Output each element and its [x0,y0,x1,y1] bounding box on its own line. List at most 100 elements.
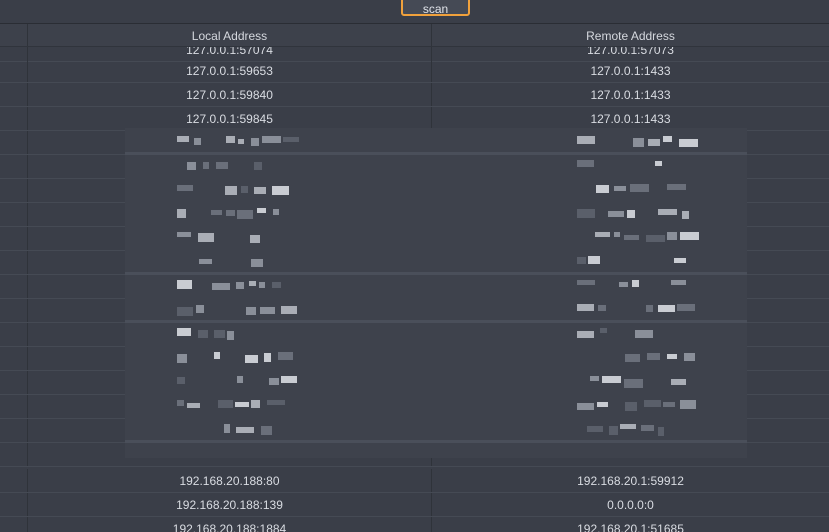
redaction-pixel [647,353,660,360]
redaction-pixel [624,379,643,388]
table-row[interactable]: 192.168.20.188:80 192.168.20.1:59912 [0,469,829,493]
redaction-pixel [602,376,621,383]
redaction-pixel [250,235,260,243]
redaction-pixel [257,208,266,213]
redaction-strip [125,272,747,275]
redaction-pixel [648,139,660,146]
redaction-pixel [269,378,279,385]
redaction-pixel [595,232,610,237]
redaction-pixel [196,305,204,313]
table-row[interactable]: 127.0.0.1:59653 127.0.0.1:1433 [0,59,829,83]
redaction-pixel [644,400,661,407]
redaction-pixel [187,403,200,408]
redaction-pixel [577,403,594,410]
redaction-pixel [226,210,235,216]
remote-address-cell: 192.168.20.1:59912 [577,474,684,488]
redaction-pixel [625,354,640,362]
connections-window: scan Local Address Remote Address 127.0.… [0,0,829,532]
redaction-pixel [177,280,192,289]
redaction-strip [125,440,747,443]
redaction-pixel [614,232,620,237]
redaction-pixel [609,426,618,435]
redaction-pixel [577,280,595,285]
redaction-pixel [577,257,586,264]
redaction-pixel [671,280,686,285]
redaction-pixel [281,306,297,314]
redaction-pixel [177,232,191,237]
toolbar: scan [0,0,829,24]
redaction-pixel [663,402,675,407]
row-index-cell [0,155,27,178]
redaction-pixel [577,136,595,144]
row-index-cell [0,323,27,346]
redaction-pixel [267,400,285,405]
redaction-pixel [625,402,637,411]
redaction-pixel [241,186,248,193]
redaction-pixel [194,138,201,145]
redaction-pixel [608,211,624,217]
table-row[interactable]: 127.0.0.1:59840 127.0.0.1:1433 [0,83,829,107]
remote-address-cell: 0.0.0.0:0 [607,498,654,512]
redaction-pixel [177,307,193,316]
local-address-cell: 192.168.20.188:139 [176,498,283,512]
redaction-pixel [658,305,675,312]
redaction-pixel [655,161,662,166]
table-header: Local Address Remote Address [0,24,829,47]
row-index-cell [0,371,27,394]
redaction-pixel [251,138,259,146]
column-header-remote-address[interactable]: Remote Address [432,24,829,46]
local-address-cell: 192.168.20.188:1884 [172,522,287,532]
row-index-cell [0,227,27,250]
redaction-pixel [177,209,186,218]
redaction-pixel [667,232,677,240]
redaction-pixel [251,400,260,408]
row-index-cell [0,395,27,418]
redaction-pixel [684,353,695,361]
redaction-pixel [237,210,253,219]
local-address-cell: 127.0.0.1:59845 [186,112,273,126]
redaction-pixel [264,353,271,362]
redaction-pixel [614,186,626,191]
row-index-cell [0,299,27,322]
column-header-local-address[interactable]: Local Address [28,24,431,46]
redaction-pixel [577,209,595,218]
local-address-cell: 127.0.0.1:59840 [186,88,273,102]
redaction-pixel [260,307,275,314]
redaction-pixel [588,256,600,264]
redaction-pixel [663,136,672,142]
redacted-pixelation [125,128,747,458]
redaction-pixel [620,424,636,429]
redaction-pixel [254,187,266,194]
redaction-pixel [641,425,654,431]
row-index-cell [0,131,27,154]
redaction-pixel [251,259,263,267]
remote-address-cell: 192.168.20.1:51685 [577,522,684,532]
redaction-pixel [246,307,256,315]
redaction-pixel [587,426,603,432]
redaction-pixel [596,185,609,193]
redaction-pixel [679,139,698,147]
row-index-cell [0,251,27,274]
redaction-strip [125,152,747,155]
redaction-pixel [177,400,184,406]
redaction-pixel [214,352,220,359]
redaction-pixel [632,280,639,287]
redaction-pixel [177,354,187,363]
row-index-cell [0,517,27,532]
local-address-cell: 192.168.20.188:80 [179,474,280,488]
row-index-cell [0,469,27,492]
redaction-pixel [624,235,639,240]
redaction-pixel [633,138,644,147]
scan-button[interactable]: scan [401,0,470,16]
table-row[interactable]: 192.168.20.188:1884 192.168.20.1:51685 [0,517,829,532]
redaction-pixel [667,354,677,359]
redaction-pixel [680,232,699,240]
redaction-pixel [658,209,677,215]
table-row[interactable]: 192.168.20.188:139 0.0.0.0:0 [0,493,829,517]
redaction-pixel [214,330,225,338]
row-index-cell [0,203,27,226]
redaction-pixel [283,137,299,142]
redaction-pixel [224,424,230,433]
redaction-pixel [646,305,653,312]
redaction-pixel [226,136,235,143]
